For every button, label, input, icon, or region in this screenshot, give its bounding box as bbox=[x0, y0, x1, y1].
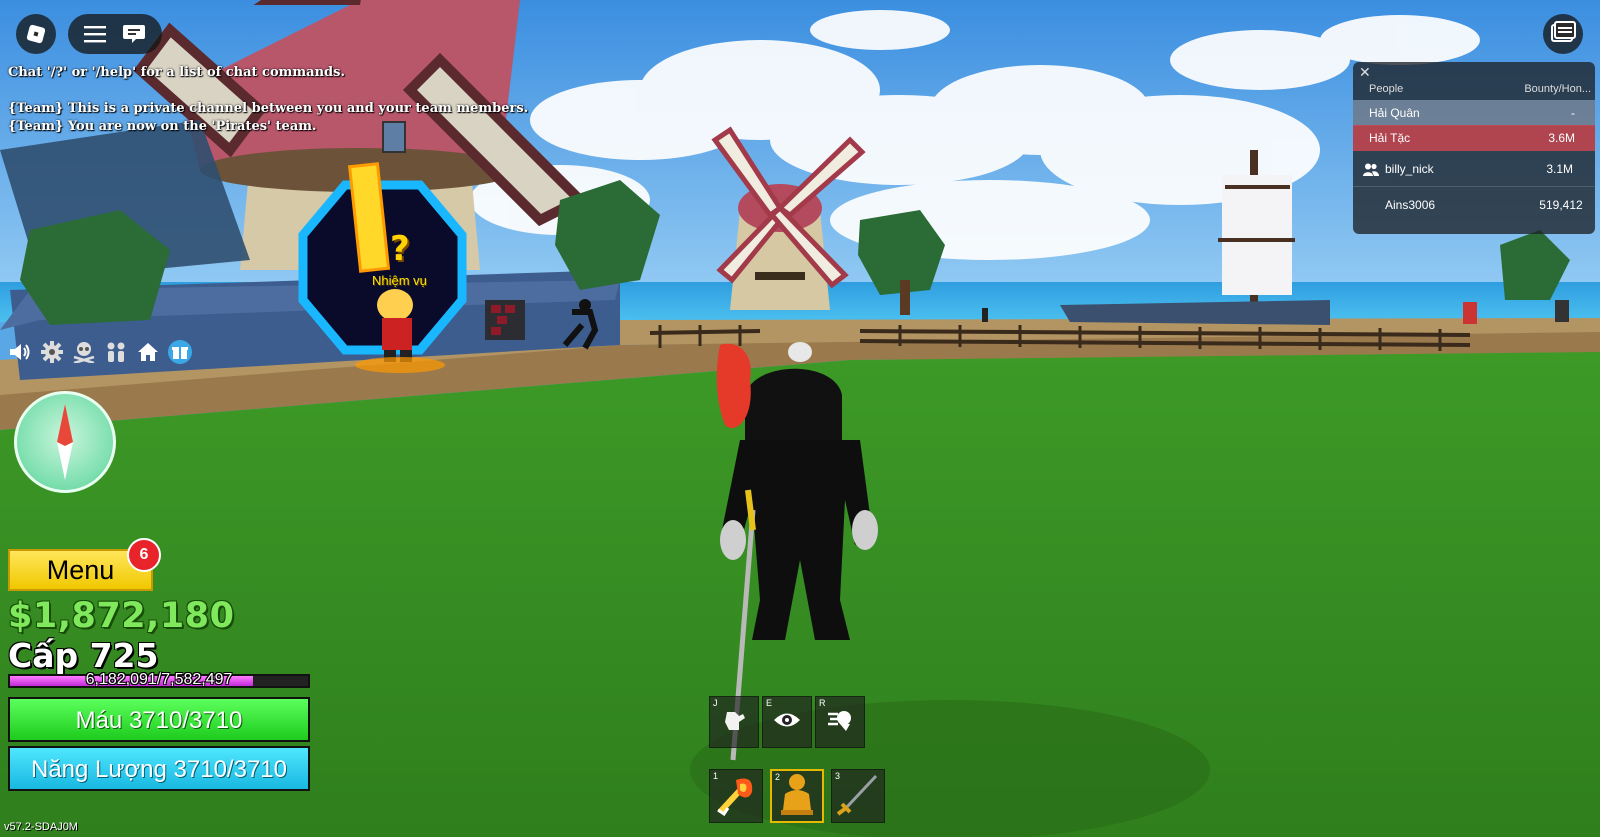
skill-slot-e[interactable]: E bbox=[762, 696, 812, 748]
player-bounty: 519,412 bbox=[1539, 198, 1583, 212]
chat-window: Chat '/?' or '/help' for a list of chat … bbox=[8, 64, 528, 136]
backpack-button[interactable] bbox=[1543, 14, 1583, 54]
notification-badge: 6 bbox=[127, 538, 161, 572]
column-bounty: Bounty/Hon... bbox=[1524, 83, 1591, 95]
fist-icon bbox=[721, 708, 747, 736]
player-name: billy_nick bbox=[1385, 162, 1434, 176]
quest-marker: ? bbox=[390, 229, 410, 269]
backpack-icon bbox=[1550, 20, 1576, 48]
compass[interactable] bbox=[14, 391, 116, 493]
home-icon[interactable] bbox=[136, 340, 160, 364]
team-value: 3.6M bbox=[1548, 131, 1575, 145]
player-leaderboard: ✕ People Bounty/Hon... Hải Quân - Hải Tặ… bbox=[1353, 62, 1595, 234]
player-name: Ains3006 bbox=[1385, 198, 1436, 212]
skull-crossbones-icon[interactable] bbox=[72, 340, 96, 364]
hotbar-key: 2 bbox=[775, 772, 781, 782]
roblox-topbar-group bbox=[68, 14, 162, 54]
fighting-style-icon bbox=[777, 772, 817, 820]
chat-message: {Team} This is a private channel between… bbox=[8, 101, 529, 116]
hotbar-slot-2[interactable]: 2 bbox=[770, 769, 824, 823]
speaker-icon[interactable] bbox=[8, 340, 32, 364]
health-text: Máu 3710/3710 bbox=[75, 707, 243, 734]
hotbar-slot-3[interactable]: 3 bbox=[831, 769, 885, 823]
money-display: $1,872,180 bbox=[8, 596, 235, 636]
chat-message: {Team} You are now on the 'Pirates' team… bbox=[8, 119, 317, 134]
experience-text: 6,182,091/7,582,497 bbox=[85, 671, 233, 688]
flame-fruit-icon bbox=[714, 772, 758, 820]
team-name: Hải Tặc bbox=[1369, 131, 1411, 145]
chat-bubble-icon[interactable] bbox=[122, 23, 146, 45]
experience-bar: 6,182,091/7,582,497 bbox=[8, 671, 310, 688]
settings-icon-row bbox=[8, 340, 192, 364]
team-row-navy[interactable]: Hải Quân - bbox=[1353, 100, 1595, 126]
chat-message: Chat '/?' or '/help' for a list of chat … bbox=[8, 65, 345, 80]
dash-icon bbox=[826, 708, 854, 736]
team-value: - bbox=[1571, 106, 1575, 120]
energy-text: Năng Lượng 3710/3710 bbox=[30, 756, 287, 783]
team-row-pirates[interactable]: Hải Tặc 3.6M bbox=[1353, 125, 1595, 151]
hotbar-key: 3 bbox=[835, 771, 841, 781]
team-name: Hải Quân bbox=[1369, 106, 1420, 120]
eye-icon bbox=[773, 711, 801, 733]
roblox-menu-button[interactable] bbox=[16, 14, 56, 54]
energy-bar: Năng Lượng 3710/3710 bbox=[8, 746, 310, 791]
hamburger-icon[interactable] bbox=[84, 25, 106, 43]
skill-key: E bbox=[766, 698, 773, 708]
gift-icon[interactable] bbox=[168, 340, 192, 364]
health-bar: Máu 3710/3710 bbox=[8, 697, 310, 742]
skill-key: R bbox=[819, 698, 826, 708]
leaderboard-header: People Bounty/Hon... bbox=[1353, 80, 1595, 98]
sword-icon bbox=[836, 772, 880, 820]
crew-icon[interactable] bbox=[104, 340, 128, 364]
skill-slot-j[interactable]: J bbox=[709, 696, 759, 748]
quest-label: Nhiệm vụ bbox=[372, 273, 427, 288]
player-row[interactable]: Ains3006 519,412 bbox=[1353, 188, 1595, 222]
column-people: People bbox=[1369, 83, 1404, 95]
compass-needle-icon bbox=[57, 404, 73, 480]
skill-slot-r[interactable]: R bbox=[815, 696, 865, 748]
player-row[interactable]: billy_nick 3.1M bbox=[1353, 152, 1595, 187]
hotbar-key: 1 bbox=[713, 771, 719, 781]
level-display: Cấp 725 bbox=[8, 636, 159, 675]
skill-key: J bbox=[713, 698, 718, 708]
close-icon[interactable]: ✕ bbox=[1359, 64, 1371, 81]
version-label: v57.2-SDAJ0M bbox=[4, 821, 78, 833]
gear-icon[interactable] bbox=[40, 340, 64, 364]
friends-icon bbox=[1363, 163, 1379, 179]
roblox-logo-icon bbox=[25, 23, 47, 45]
hotbar-slot-1[interactable]: 1 bbox=[709, 769, 763, 823]
player-bounty: 3.1M bbox=[1546, 162, 1573, 176]
